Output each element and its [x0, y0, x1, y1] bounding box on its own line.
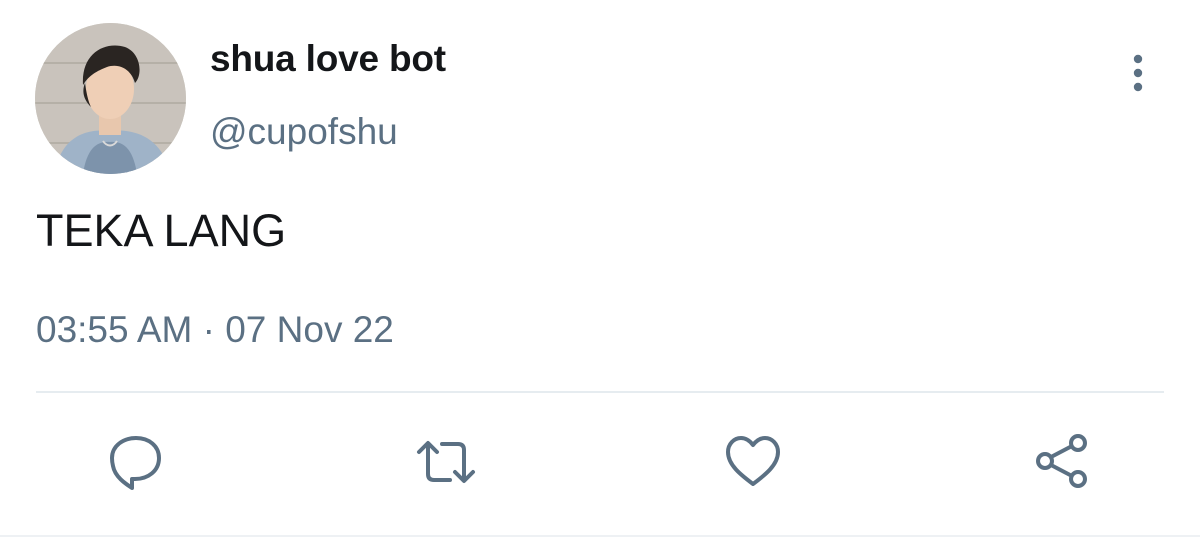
avatar[interactable] — [35, 23, 186, 174]
tweet-timestamp[interactable]: 03:55 AM · 07 Nov 22 — [36, 309, 394, 351]
tweet-text: TEKA LANG — [36, 205, 287, 256]
reply-icon — [110, 436, 161, 490]
more-options-button[interactable] — [1118, 50, 1158, 96]
more-vertical-icon — [1133, 54, 1143, 92]
bottom-divider — [0, 535, 1200, 537]
author-handle[interactable]: @cupofshu — [210, 111, 398, 153]
share-button[interactable] — [1033, 432, 1093, 492]
profile-photo-icon — [35, 23, 186, 174]
author-display-name[interactable]: shua love bot — [210, 38, 446, 80]
heart-icon — [726, 436, 780, 486]
divider — [36, 391, 1164, 393]
tweet-card: shua love bot @cupofshu TEKA LANG 03:55 … — [0, 0, 1200, 551]
like-button[interactable] — [723, 432, 783, 492]
retweet-icon — [417, 441, 475, 483]
retweet-button[interactable] — [416, 432, 476, 492]
share-icon — [1036, 434, 1087, 488]
reply-button[interactable] — [106, 432, 166, 492]
